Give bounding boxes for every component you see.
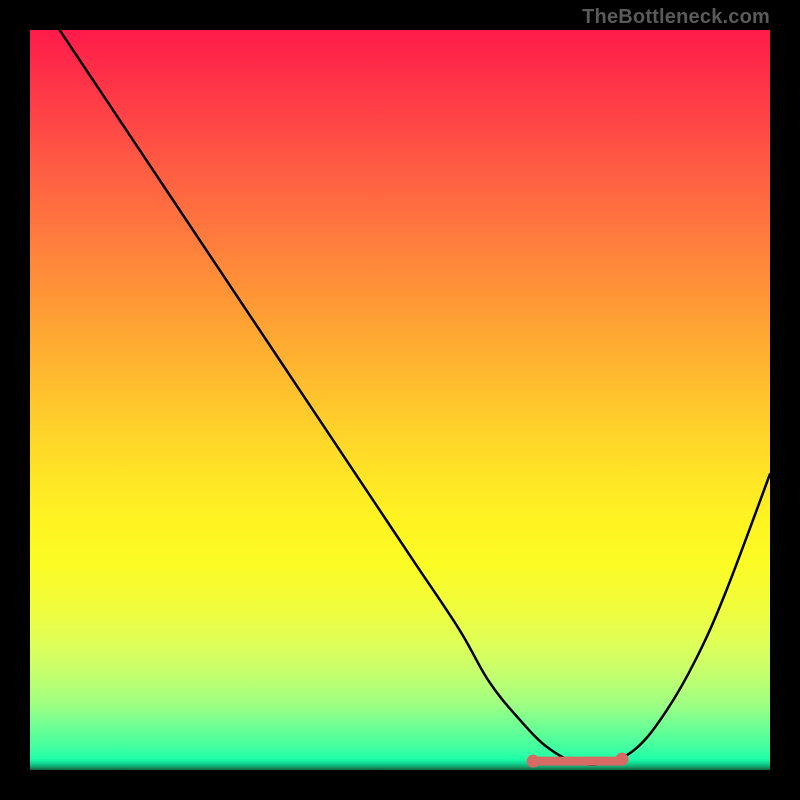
chart-container: TheBottleneck.com [0,0,800,800]
flat-zone-markers [527,753,629,768]
watermark-label: TheBottleneck.com [582,6,770,29]
flat-zone-dot [527,755,540,768]
flat-zone-dot [616,753,629,766]
plot-area [30,30,770,770]
bottleneck-curve [60,30,770,765]
curve-svg [30,30,770,770]
